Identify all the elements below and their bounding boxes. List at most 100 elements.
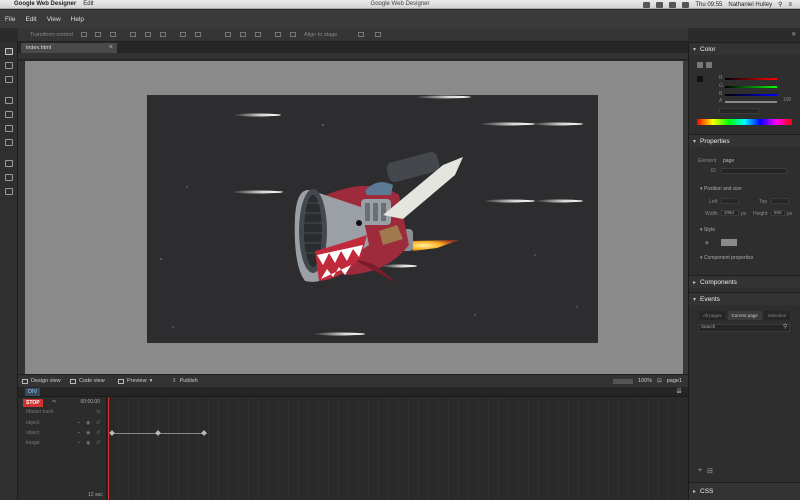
delete-event-icon[interactable]: ⊟ <box>707 467 713 475</box>
fill-tool-icon[interactable] <box>5 160 13 167</box>
css-panel-header[interactable]: ▸ CSS <box>689 482 800 500</box>
align-left-icon[interactable] <box>81 32 87 37</box>
height-input[interactable]: 600 <box>771 210 785 216</box>
zoom-value[interactable]: 100% <box>638 378 652 384</box>
fill-swatch-icon[interactable] <box>697 62 703 68</box>
components-panel-header[interactable]: ▸ Components <box>689 275 800 288</box>
menu-file[interactable]: File <box>5 16 15 23</box>
publish-button[interactable]: ⇪ Publish <box>172 378 198 384</box>
3d-rotate-tool-icon[interactable] <box>5 62 13 69</box>
lock-icon[interactable]: ▪ <box>78 430 80 436</box>
distribute-v-icon[interactable] <box>195 32 201 37</box>
size-height-icon[interactable] <box>290 32 296 37</box>
zoom-tool-icon[interactable] <box>5 188 13 195</box>
tag-tool-icon[interactable] <box>5 97 13 104</box>
distribute-right-icon[interactable] <box>255 32 261 37</box>
events-panel-header[interactable]: ▾ Events <box>689 292 800 305</box>
lock-icon[interactable]: ▪ <box>78 420 80 426</box>
loop-icon[interactable]: ↺ <box>96 440 100 446</box>
events-search-input[interactable]: Search <box>698 324 790 332</box>
align-stage-a-icon[interactable] <box>358 32 364 37</box>
align-center-icon[interactable] <box>95 32 101 37</box>
width-input[interactable]: 1084 <box>721 210 739 216</box>
layer-row[interactable]: object ▪ ◉ ↺ <box>26 420 100 426</box>
playhead[interactable] <box>108 397 109 500</box>
stop-button[interactable]: STOP <box>23 399 43 407</box>
tab-selection[interactable]: Selection <box>763 311 791 320</box>
green-slider[interactable] <box>725 86 777 88</box>
stage[interactable] <box>147 95 598 343</box>
eye-icon[interactable]: ◉ <box>86 430 90 436</box>
layer-row[interactable]: object ▪ ◉ ↺ <box>26 430 100 436</box>
user-name[interactable]: Nathaniel Hulley <box>728 2 772 8</box>
design-view-button[interactable]: Design view <box>22 378 61 384</box>
chevron-down-icon[interactable]: ▾ <box>150 378 153 384</box>
align-top-icon[interactable] <box>130 32 136 37</box>
transform-control-label[interactable]: Transform control <box>30 32 73 38</box>
blue-slider[interactable] <box>725 94 777 96</box>
top-input[interactable] <box>771 198 789 204</box>
align-middle-icon[interactable] <box>145 32 151 37</box>
loop-icon[interactable]: ↺ <box>96 430 100 436</box>
properties-panel-header[interactable]: ▾ Properties <box>689 134 800 147</box>
align-stage-b-icon[interactable] <box>375 32 381 37</box>
lock-icon[interactable]: ▪ <box>78 440 80 446</box>
tray-icon[interactable] <box>643 1 651 8</box>
align-to-stage-label[interactable]: Align to stage <box>304 32 337 38</box>
tab-current-page[interactable]: Current page <box>727 311 762 320</box>
background-swatch[interactable] <box>721 239 737 246</box>
timeline-zoom[interactable]: 12 sec <box>88 492 103 498</box>
position-size-header[interactable]: ▾ Position and size <box>700 186 742 192</box>
align-right-icon[interactable] <box>110 32 116 37</box>
distribute-left-icon[interactable] <box>225 32 231 37</box>
search-icon[interactable]: ⚲ <box>778 1 782 8</box>
breadcrumb-div[interactable]: DIV <box>25 388 41 396</box>
left-input[interactable] <box>721 198 739 204</box>
alpha-slider[interactable] <box>725 101 777 103</box>
close-icon[interactable]: × <box>109 44 113 51</box>
collapse-icon[interactable]: ⇊ <box>676 387 682 395</box>
keyframe[interactable] <box>201 430 207 436</box>
fit-icon[interactable]: ⊡ <box>657 378 662 384</box>
wifi-icon[interactable] <box>656 1 664 8</box>
text-tool-icon[interactable] <box>5 125 13 132</box>
code-view-button[interactable]: Code view <box>70 378 105 384</box>
color-spectrum[interactable] <box>697 119 792 125</box>
align-bottom-icon[interactable] <box>160 32 166 37</box>
expand-panels-icon[interactable]: » <box>792 29 796 38</box>
selection-tool-icon[interactable] <box>5 48 13 55</box>
eye-icon[interactable]: ◉ <box>86 440 90 446</box>
shape-tool-icon[interactable] <box>5 139 13 146</box>
hand-tool-icon[interactable] <box>5 174 13 181</box>
stroke-swatch-icon[interactable] <box>706 62 712 68</box>
hex-input[interactable] <box>719 108 759 114</box>
clock-icon[interactable]: ◷ <box>96 409 100 415</box>
tab-all-pages[interactable]: All pages <box>699 311 726 320</box>
loop-icon[interactable]: ↺ <box>96 420 100 426</box>
clock[interactable]: Thu 09:55 <box>695 2 722 8</box>
fill-bucket-icon[interactable]: ◈ <box>705 240 709 246</box>
menu-view[interactable]: View <box>47 16 61 23</box>
size-width-icon[interactable] <box>275 32 281 37</box>
mode-toggle-icon[interactable]: ⇆ <box>52 399 56 405</box>
color-swatch[interactable] <box>697 76 703 82</box>
master-track-row[interactable]: Master track ◷ <box>26 409 100 415</box>
preview-button[interactable]: Preview ▾ <box>118 378 152 384</box>
keyframe[interactable] <box>109 430 115 436</box>
keyframe[interactable] <box>155 430 161 436</box>
red-slider[interactable] <box>725 78 777 80</box>
search-icon[interactable]: ⚲ <box>783 323 787 330</box>
component-properties-header[interactable]: ▾ Component properties <box>700 255 753 261</box>
distribute-center-icon[interactable] <box>240 32 246 37</box>
add-event-icon[interactable]: + <box>698 467 702 474</box>
id-input[interactable] <box>721 168 787 174</box>
battery-icon[interactable] <box>682 1 690 8</box>
menu-help[interactable]: Help <box>71 16 84 23</box>
menu-edit[interactable]: Edit <box>25 16 36 23</box>
style-header[interactable]: ▾ Style <box>700 227 715 233</box>
zoom-slider[interactable] <box>613 379 634 384</box>
eye-icon[interactable]: ◉ <box>86 420 90 426</box>
list-icon[interactable]: ≡ <box>788 2 792 8</box>
layer-row[interactable]: image ▪ ◉ ↺ <box>26 440 100 446</box>
tab-index-html[interactable]: index.html × <box>21 43 117 53</box>
